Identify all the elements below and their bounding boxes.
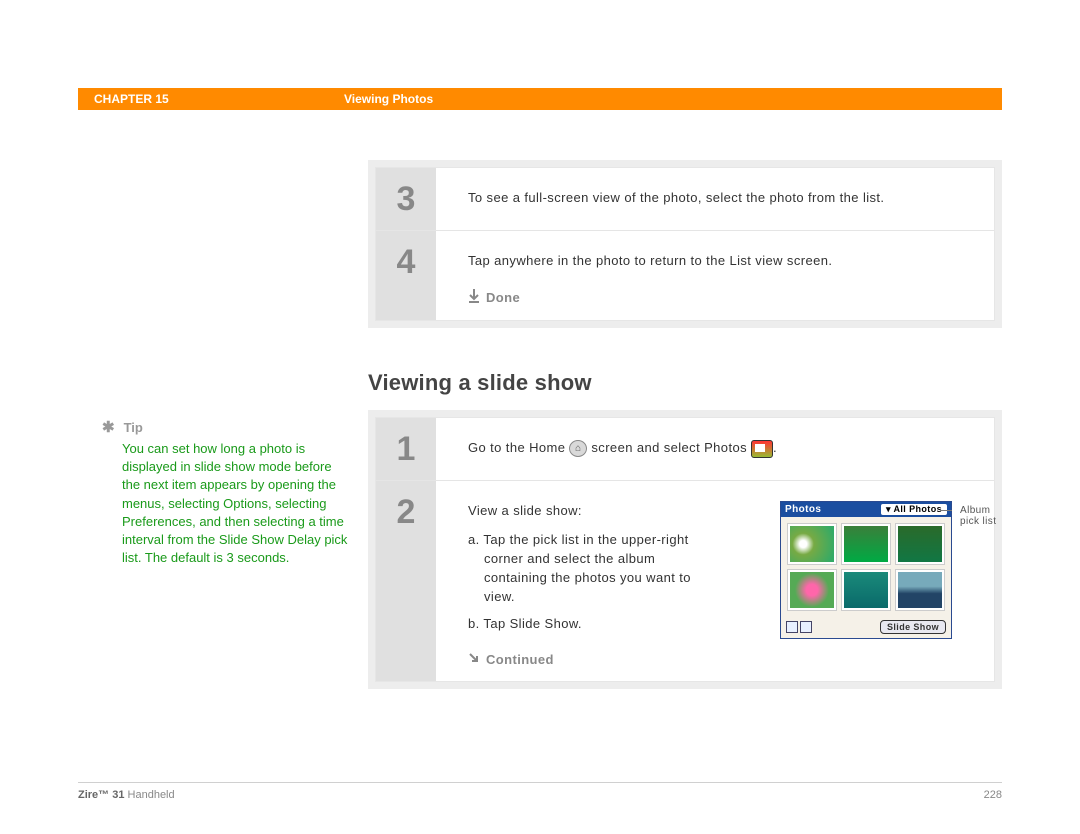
view-mode-icon[interactable] [800, 621, 812, 633]
step-number: 2 [376, 481, 436, 680]
photo-thumbnail[interactable] [841, 569, 891, 611]
step-4-row: 4 Tap anywhere in the photo to return to… [376, 230, 994, 320]
step-3-text: To see a full-screen view of the photo, … [468, 188, 968, 208]
page-title-header: Viewing Photos [344, 92, 433, 106]
step-number: 1 [376, 418, 436, 480]
step-number: 4 [376, 231, 436, 320]
step-2-row: 2 Photos ▾ All Photos [376, 480, 994, 680]
section-title: Viewing a slide show [368, 370, 1002, 396]
step-1-text: Go to the Home ⌂ screen and select Photo… [468, 438, 968, 458]
callout-label: Album pick list [952, 505, 1012, 527]
home-icon: ⌂ [569, 440, 587, 457]
tip-block: ✱ Tip You can set how long a photo is di… [78, 418, 350, 567]
photo-thumbnail[interactable] [787, 523, 837, 565]
tip-body: You can set how long a photo is displaye… [122, 440, 350, 567]
slide-show-button[interactable]: Slide Show [880, 620, 946, 634]
continued-label: Continued [486, 652, 554, 667]
footer-product-rest: Handheld [124, 789, 174, 801]
step-4-text: Tap anywhere in the photo to return to t… [468, 251, 968, 271]
step-3-row: 3 To see a full-screen view of the photo… [376, 168, 994, 230]
header-bar: CHAPTER 15 Viewing Photos [78, 88, 1002, 110]
page-number: 228 [984, 789, 1002, 801]
step-1-row: 1 Go to the Home ⌂ screen and select Pho… [376, 418, 994, 480]
view-mode-icon[interactable] [786, 621, 798, 633]
tip-label: Tip [124, 420, 143, 435]
photos-app-icon [751, 440, 773, 458]
chapter-label: CHAPTER 15 [94, 92, 344, 106]
tip-star-icon: ✱ [102, 418, 115, 436]
photo-thumbnail[interactable] [787, 569, 837, 611]
steps-block-top: 3 To see a full-screen view of the photo… [368, 160, 1002, 328]
device-screenshot: Photos ▾ All Photos [780, 501, 968, 639]
steps-block-slideshow: 1 Go to the Home ⌂ screen and select Pho… [368, 410, 1002, 688]
device-app-title: Photos [785, 504, 821, 515]
done-arrow-icon [468, 289, 480, 306]
album-pick-list[interactable]: ▾ All Photos [881, 504, 947, 515]
step-2a-text: a. Tap the pick list in the upper-right … [468, 531, 708, 606]
continued-arrow-icon [468, 652, 480, 667]
step-number: 3 [376, 168, 436, 230]
page-footer: Zire™ 31 Handheld 228 [78, 782, 1002, 801]
footer-product-bold: Zire™ 31 [78, 789, 124, 801]
photo-thumbnail[interactable] [841, 523, 891, 565]
photo-thumbnail[interactable] [895, 569, 945, 611]
photo-thumbnail[interactable] [895, 523, 945, 565]
done-label: Done [486, 290, 520, 305]
